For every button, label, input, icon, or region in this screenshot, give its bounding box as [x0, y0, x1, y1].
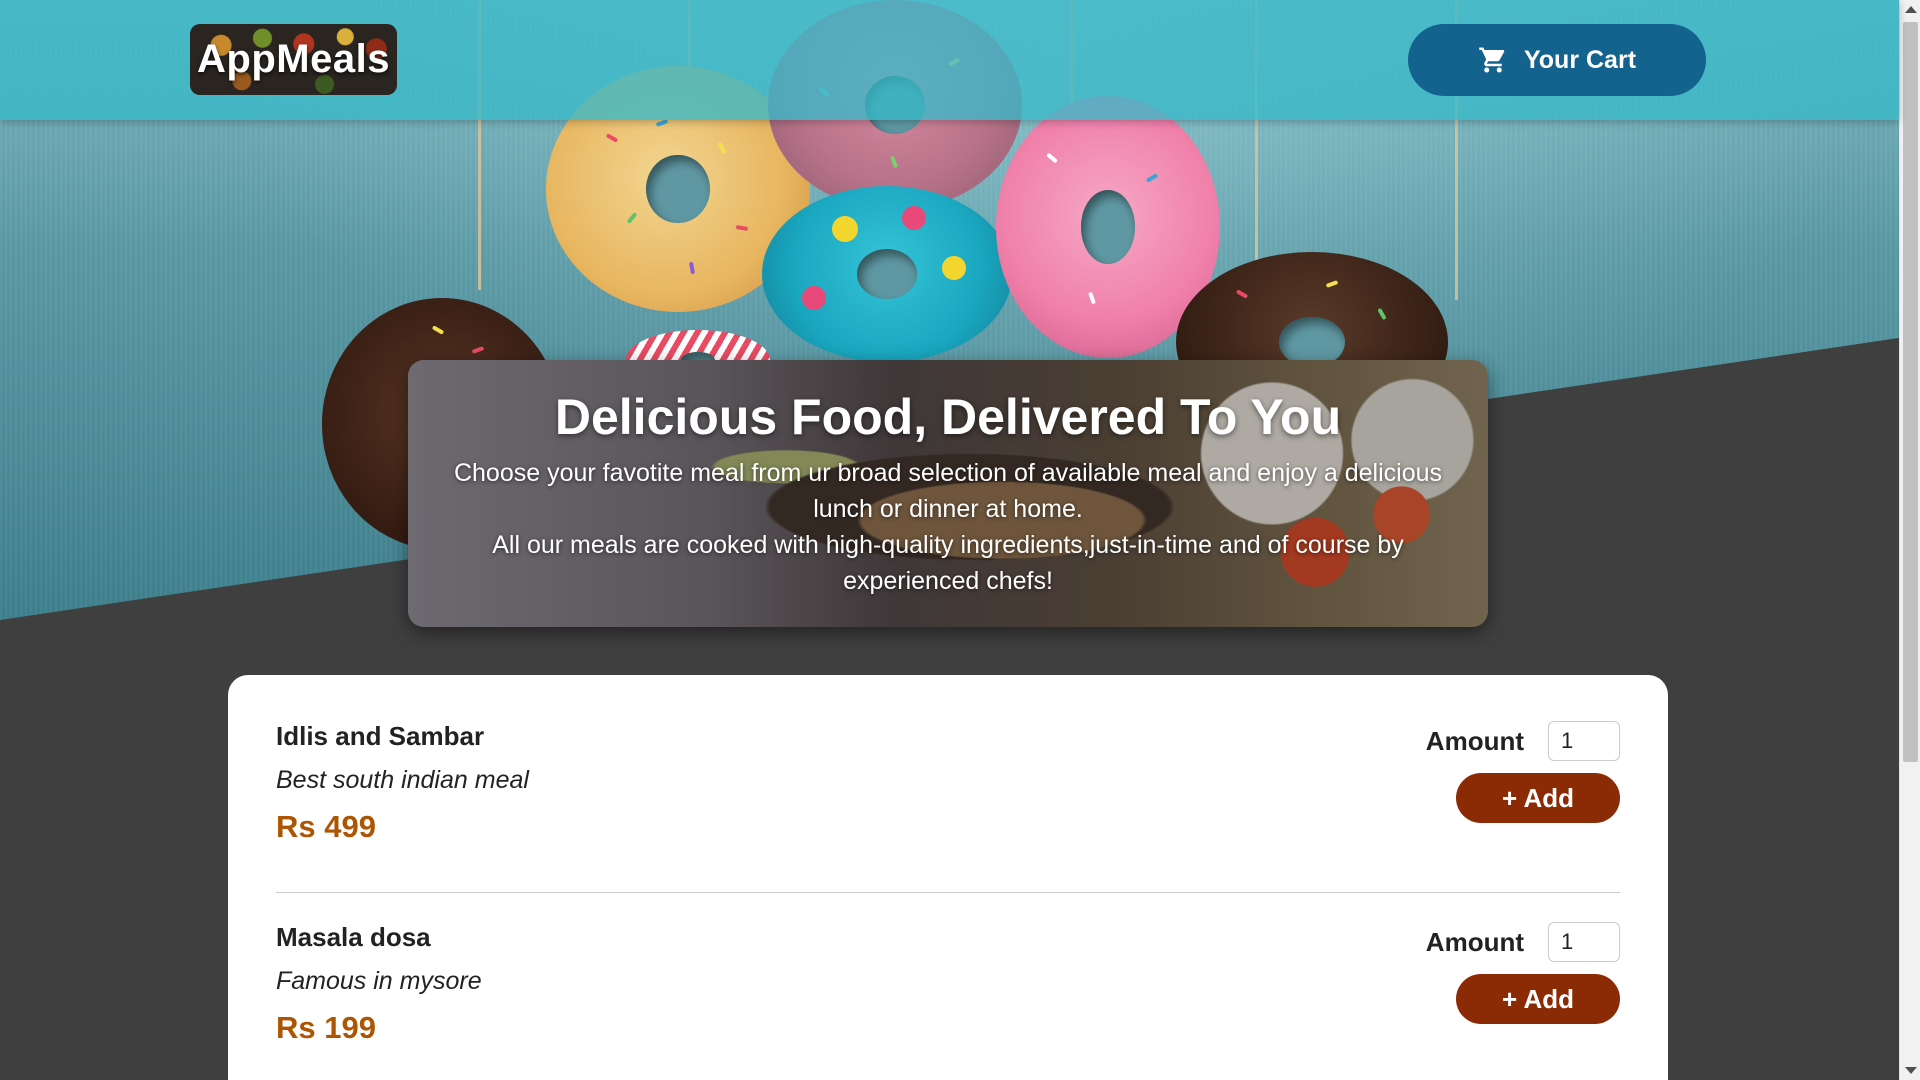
add-to-cart-button[interactable]: + Add [1456, 974, 1620, 1024]
amount-input[interactable] [1548, 721, 1620, 761]
meal-name: Masala dosa [276, 922, 431, 952]
meal-name: Idlis and Sambar [276, 721, 485, 751]
app-logo[interactable]: AppMeals [190, 24, 397, 95]
meal-form: Amount + Add [1426, 922, 1620, 1080]
scroll-up-arrow-icon[interactable] [1905, 6, 1917, 13]
meal-price: Rs 499 [276, 809, 376, 844]
site-header: AppMeals Your Cart [0, 0, 1899, 120]
meal-price: Rs 199 [276, 1010, 376, 1045]
available-meals-card: Idlis and Sambar Best south indian meal … [228, 675, 1668, 1080]
summary-paragraph-1: Choose your favotite meal from ur broad … [453, 459, 1443, 523]
meal-description: Famous in mysore [276, 967, 482, 995]
scrollbar-thumb[interactable] [1903, 22, 1918, 762]
meals-summary-card: Delicious Food, Delivered To You Choose … [408, 360, 1488, 627]
amount-label: Amount [1425, 725, 1524, 756]
your-cart-button[interactable]: Your Cart [1408, 24, 1706, 96]
scroll-down-arrow-icon[interactable] [1905, 1067, 1917, 1074]
summary-paragraph-2: All our meals are cooked with high-quali… [492, 531, 1404, 595]
add-to-cart-button[interactable]: + Add [1456, 773, 1620, 823]
shopping-cart-icon [1479, 47, 1505, 73]
summary-title: Delicious Food, Delivered To You [554, 389, 1342, 445]
meal-item: Masala dosa Famous in mysore Rs 199 Amou… [276, 916, 1620, 1080]
meal-form: Amount + Add [1426, 721, 1620, 892]
amount-input[interactable] [1548, 922, 1620, 962]
amount-label: Amount [1425, 926, 1524, 957]
logo-text: AppMeals [197, 37, 390, 81]
meal-description: Best south indian meal [276, 766, 529, 794]
page-scrollbar[interactable] [1899, 0, 1920, 1080]
cart-label: Your Cart [1523, 45, 1637, 74]
meal-item: Idlis and Sambar Best south indian meal … [276, 715, 1620, 893]
